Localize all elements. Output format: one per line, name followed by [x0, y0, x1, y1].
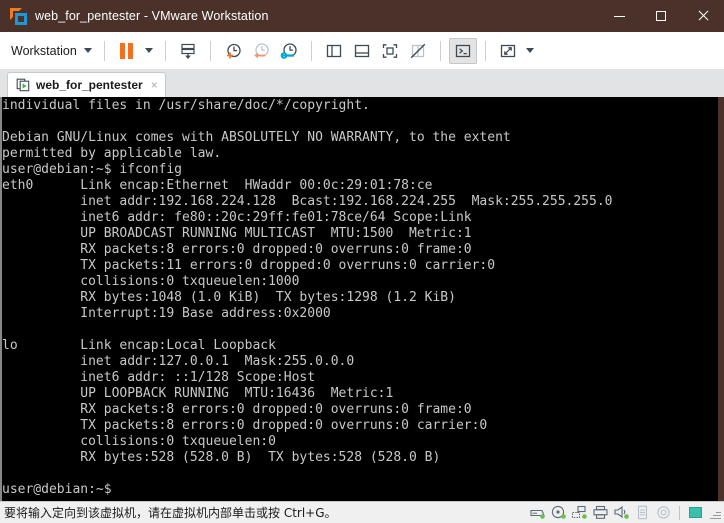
- show-thumbnail-bar-button[interactable]: [348, 38, 376, 64]
- terminal-line: UP BROADCAST RUNNING MULTICAST MTU:1500 …: [2, 226, 472, 241]
- vmware-workstation-window: web_for_pentester - VMware Workstation W…: [0, 0, 724, 523]
- window-title: web_for_pentester - VMware Workstation: [35, 9, 269, 23]
- chevron-down-icon: [525, 48, 534, 53]
- send-ctrl-alt-del-button[interactable]: [448, 37, 477, 64]
- terminal-line: collisions:0 txqueuelen:1000: [2, 274, 300, 289]
- workstation-menu-button[interactable]: Workstation: [9, 41, 96, 61]
- terminal-line: inet addr:127.0.0.1 Mask:255.0.0.0: [2, 354, 355, 369]
- manage-snapshots-button[interactable]: [174, 38, 202, 64]
- status-device-icons: [529, 505, 724, 521]
- status-bar: 要将输入定向到该虚拟机，请在虚拟机内部单击或按 Ctrl+G。: [0, 501, 724, 523]
- close-icon: [697, 10, 709, 22]
- clock-back-arrow-icon: [253, 42, 269, 58]
- terminal-line: eth0 Link encap:Ethernet HWaddr 00:0c:29…: [2, 178, 433, 193]
- show-library-button[interactable]: [320, 38, 348, 64]
- panel-bottom-icon: [354, 44, 369, 57]
- title-bar: web_for_pentester - VMware Workstation: [0, 0, 724, 32]
- take-snapshot-button[interactable]: [219, 38, 247, 64]
- show-console-view-button[interactable]: [376, 38, 404, 64]
- main-toolbar: Workstation: [0, 32, 724, 69]
- snapshot-manager-button[interactable]: [275, 38, 303, 64]
- status-separator: [679, 505, 680, 520]
- panel-left-icon: [326, 44, 341, 57]
- terminal-line: TX packets:8 errors:0 dropped:0 overruns…: [2, 418, 488, 433]
- snapshot-stack-icon: [181, 43, 195, 59]
- terminal-line: lo Link encap:Local Loopback: [2, 338, 276, 353]
- terminal-line: TX packets:11 errors:0 dropped:0 overrun…: [2, 258, 496, 273]
- tab-label: web_for_pentester: [36, 78, 143, 92]
- terminal-line: inet addr:192.168.224.128 Bcast:192.168.…: [2, 194, 613, 209]
- vm-play-icon: [16, 78, 30, 92]
- tab-close-icon[interactable]: ×: [151, 79, 158, 91]
- enter-fullscreen-button[interactable]: [494, 38, 522, 64]
- tab-web-for-pentester[interactable]: web_for_pentester ×: [7, 72, 166, 97]
- toolbar-separator: [439, 40, 441, 61]
- chevron-down-icon: [144, 48, 153, 53]
- toolbar-separator: [164, 40, 166, 61]
- terminal-prompt-icon: [455, 44, 470, 57]
- terminal-output: individual files in /usr/share/doc/*/cop…: [0, 97, 718, 498]
- revert-snapshot-button[interactable]: [247, 38, 275, 64]
- network-mode-indicator-icon[interactable]: [687, 505, 704, 521]
- status-message: 要将输入定向到该虚拟机，请在虚拟机内部单击或按 Ctrl+G。: [4, 506, 337, 520]
- terminal-left-edge: [0, 97, 2, 501]
- chevron-down-icon: [83, 48, 92, 53]
- terminal-line: inet6 addr: ::1/128 Scope:Host: [2, 370, 316, 385]
- clock-wrench-icon: [280, 42, 297, 59]
- clock-plus-icon: [226, 43, 241, 58]
- network-adapter-status-icon[interactable]: [571, 505, 588, 521]
- fullscreen-dropdown-button[interactable]: [522, 38, 538, 64]
- toolbar-separator: [209, 40, 211, 61]
- power-dropdown-button[interactable]: [141, 38, 157, 64]
- toolbar-separator: [484, 40, 486, 61]
- fullscreen-brackets-icon: [382, 43, 397, 58]
- vmware-logo-icon: [10, 7, 27, 25]
- hide-thumbnails-button[interactable]: [404, 38, 432, 64]
- resize-grip-icon[interactable]: [709, 506, 721, 520]
- panel-crossed-icon: [410, 43, 426, 58]
- suspend-button[interactable]: [113, 38, 141, 64]
- terminal-line: inet6 addr: fe80::20c:29ff:fe01:78ce/64 …: [2, 210, 472, 225]
- maximize-button[interactable]: [640, 0, 682, 32]
- toolbar-separator: [310, 40, 312, 61]
- cd-dvd-status-icon[interactable]: [550, 505, 567, 521]
- title-bar-left: web_for_pentester - VMware Workstation: [0, 7, 269, 25]
- expand-diagonal-icon: [500, 44, 515, 57]
- terminal-line: RX bytes:528 (528.0 B) TX bytes:528 (528…: [2, 450, 441, 465]
- window-controls: [598, 0, 724, 32]
- terminal-line: Debian GNU/Linux comes with ABSOLUTELY N…: [2, 130, 511, 145]
- sound-card-status-icon[interactable]: [613, 505, 630, 521]
- maximize-icon: [656, 11, 666, 21]
- terminal-line: user@debian:~$ ifconfig: [2, 162, 183, 177]
- terminal-line: permitted by applicable law.: [2, 146, 222, 161]
- camera-status-icon[interactable]: [655, 505, 672, 521]
- terminal-line: collisions:0 txqueuelen:0: [2, 434, 276, 449]
- terminal-line: RX packets:8 errors:0 dropped:0 overruns…: [2, 402, 472, 417]
- guest-terminal-screen[interactable]: individual files in /usr/share/doc/*/cop…: [0, 97, 718, 501]
- terminal-line: user@debian:~$: [2, 482, 112, 497]
- terminal-line: RX bytes:1048 (1.0 KiB) TX bytes:1298 (1…: [2, 290, 456, 305]
- minimize-button[interactable]: [598, 0, 640, 32]
- terminal-line: RX packets:8 errors:0 dropped:0 overruns…: [2, 242, 472, 257]
- terminal-line: UP LOOPBACK RUNNING MTU:16436 Metric:1: [2, 386, 394, 401]
- close-button[interactable]: [682, 0, 724, 32]
- tab-strip: web_for_pentester ×: [0, 69, 724, 97]
- minimize-icon: [613, 15, 625, 17]
- printer-status-icon[interactable]: [592, 505, 609, 521]
- terminal-line: individual files in /usr/share/doc/*/cop…: [2, 98, 370, 113]
- hard-disk-status-icon[interactable]: [529, 505, 546, 521]
- usb-device-status-icon[interactable]: [634, 505, 651, 521]
- toolbar-separator: [103, 40, 105, 61]
- vm-console-area: individual files in /usr/share/doc/*/cop…: [0, 97, 724, 501]
- terminal-line: Interrupt:19 Base address:0x2000: [2, 306, 331, 321]
- pause-icon: [120, 42, 134, 59]
- workstation-menu-label: Workstation: [11, 43, 77, 58]
